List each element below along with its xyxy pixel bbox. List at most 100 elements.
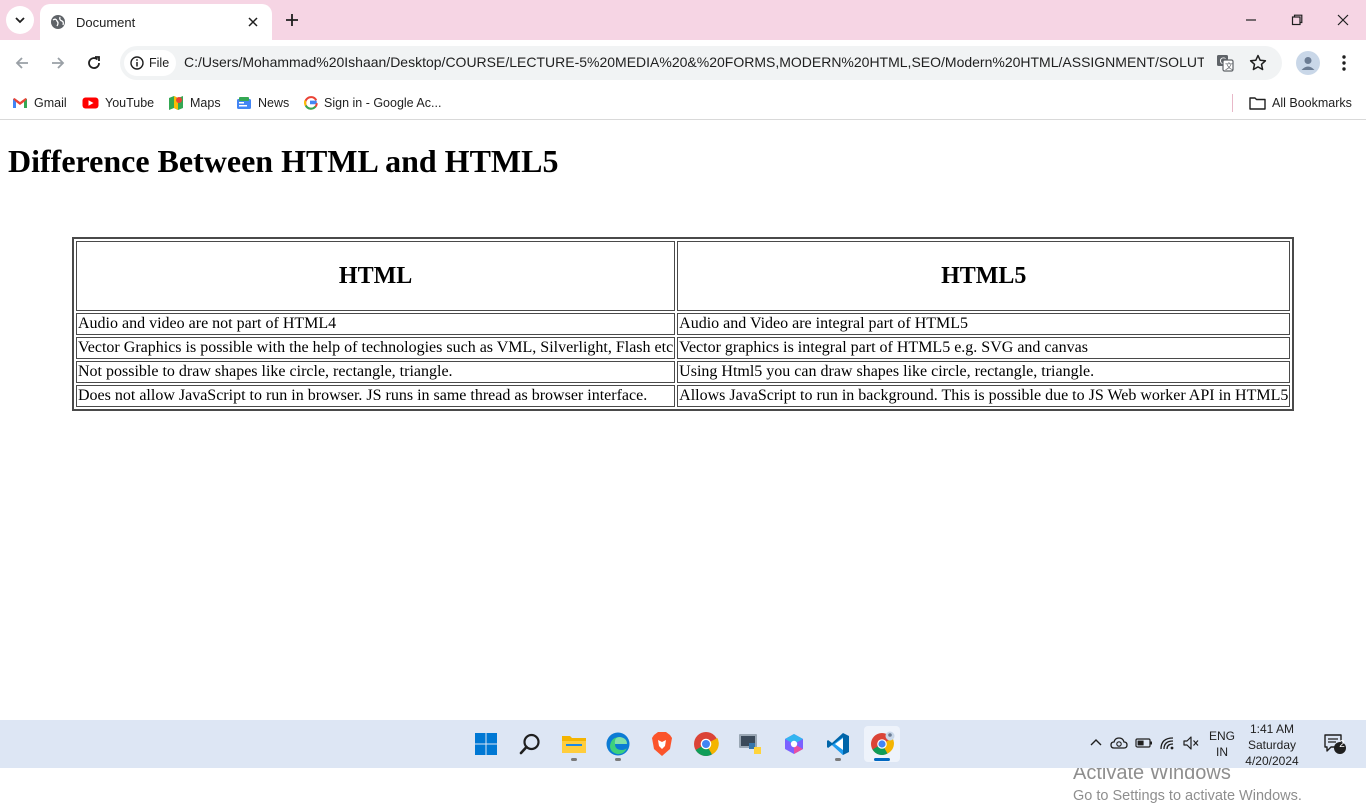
gmail-icon [13,98,27,108]
close-window-button[interactable] [1320,0,1366,40]
close-icon [1337,14,1349,26]
chrome-profile-button[interactable] [864,726,900,762]
bookmark-star-icon[interactable] [1247,52,1269,74]
table-header-row: HTML HTML5 [76,241,1291,311]
notification-count: 2 [1339,739,1345,750]
comparison-table: HTML HTML5 Audio and video are not part … [72,237,1295,411]
notification-center-button[interactable]: 2 [1322,732,1348,756]
active-indicator [874,758,890,761]
url-text[interactable]: C:/Users/Mohammad%20Ishaan/Desktop/COURS… [184,54,1204,70]
battery-tray[interactable] [1133,732,1155,754]
all-bookmarks-button[interactable]: All Bookmarks [1249,93,1352,113]
running-indicator [571,758,577,761]
back-arrow-icon [15,57,28,69]
edge-button[interactable] [600,726,636,762]
reload-button[interactable] [80,49,108,77]
close-tab-icon[interactable] [244,13,262,31]
minimize-button[interactable] [1228,0,1274,40]
copilot-button[interactable] [776,726,812,762]
forward-arrow-icon [52,57,65,69]
bookmark-google-signin[interactable]: Sign in - Google Ac... [304,93,441,113]
translate-icon[interactable]: G文 [1214,52,1236,74]
show-hidden-icons-button[interactable] [1085,732,1107,754]
python-icon [739,734,761,754]
bookmark-youtube[interactable]: YouTube [82,93,154,113]
clock-day: Saturday [1247,738,1297,752]
running-indicator [835,758,841,761]
page-title: Difference Between HTML and HTML5 [8,143,559,179]
vscode-button[interactable] [820,726,856,762]
onedrive-tray[interactable] [1108,732,1130,754]
svg-text:文: 文 [1225,61,1233,71]
taskbar: ENG IN 1:41 AM Saturday 4/20/2024 2 [0,720,1366,768]
table-cell: Vector graphics is integral part of HTML… [677,337,1291,359]
bookmarks-bar: Gmail YouTube Maps News Sign in - Google… [0,86,1366,120]
brave-button[interactable] [644,726,680,762]
wifi-icon [1160,737,1174,750]
table-cell: Audio and video are not part of HTML4 [76,313,676,335]
chrome-icon [694,732,719,757]
table-cell: Using Html5 you can draw shapes like cir… [677,361,1291,383]
chrome-active-icon [871,731,895,755]
bookmark-label: Gmail [34,96,67,110]
clock-date: 4/20/2024 [1245,754,1299,768]
python-idle-button[interactable] [732,726,768,762]
more-vertical-icon [1342,55,1346,71]
avatar-icon [1301,57,1315,70]
bookmarks-separator [1232,94,1233,112]
language-code: ENG [1208,729,1235,743]
file-explorer-icon [562,736,586,753]
info-icon [130,56,144,70]
chrome-button[interactable] [688,726,724,762]
site-info-chip[interactable]: File [124,50,176,76]
file-explorer-button[interactable] [556,726,592,762]
tab-document[interactable]: Document [40,4,272,40]
start-icon [475,733,497,755]
address-bar[interactable]: File C:/Users/Mohammad%20Ishaan/Desktop/… [120,46,1282,80]
vscode-icon [827,733,849,755]
youtube-icon [82,97,99,109]
restore-icon [1291,14,1303,26]
running-indicator [615,758,621,761]
search-icon [519,733,540,755]
bookmark-maps[interactable]: Maps [168,93,221,113]
folder-icon [1249,97,1266,110]
start-button[interactable] [468,726,504,762]
edge-icon [606,732,630,756]
bookmark-label: Maps [190,96,221,110]
clock-time: 1:41 AM [1249,722,1295,736]
table-row: Vector Graphics is possible with the hel… [76,337,1291,359]
page-content: Difference Between HTML and HTML5 HTML H… [0,121,1366,804]
bookmark-news[interactable]: News [236,93,289,113]
network-tray[interactable] [1157,732,1179,754]
all-bookmarks-label: All Bookmarks [1272,96,1352,110]
brave-icon [652,732,672,756]
bookmark-gmail[interactable]: Gmail [12,93,67,113]
browser-toolbar: File C:/Users/Mohammad%20Ishaan/Desktop/… [0,40,1366,86]
watermark-subtitle: Go to Settings to activate Windows. [1073,788,1302,804]
browser-menu-button[interactable] [1334,51,1354,75]
volume-tray[interactable] [1180,732,1202,754]
copilot-icon [785,734,803,754]
language-indicator[interactable]: ENG IN [1206,728,1238,760]
new-tab-button[interactable] [280,8,304,32]
table-cell: Not possible to draw shapes like circle,… [76,361,676,383]
table-cell: Allows JavaScript to run in background. … [677,385,1291,407]
maps-icon [169,96,183,110]
profile-avatar[interactable] [1296,51,1320,75]
forward-button[interactable] [44,49,72,77]
cloud-sync-icon [1110,737,1128,749]
header-html: HTML [76,241,676,311]
google-icon [304,96,318,110]
tab-title: Document [76,14,136,30]
restore-button[interactable] [1274,0,1320,40]
table-row: Does not allow JavaScript to run in brow… [76,385,1291,407]
table-row: Not possible to draw shapes like circle,… [76,361,1291,383]
volume-muted-icon [1183,736,1199,750]
taskbar-clock[interactable]: 1:41 AM Saturday 4/20/2024 [1240,721,1304,769]
table-row: Audio and video are not part of HTML4 Au… [76,313,1291,335]
taskbar-search-button[interactable] [512,726,548,762]
tab-search-button[interactable] [6,6,34,34]
table-cell: Audio and Video are integral part of HTM… [677,313,1291,335]
back-button[interactable] [8,49,36,77]
